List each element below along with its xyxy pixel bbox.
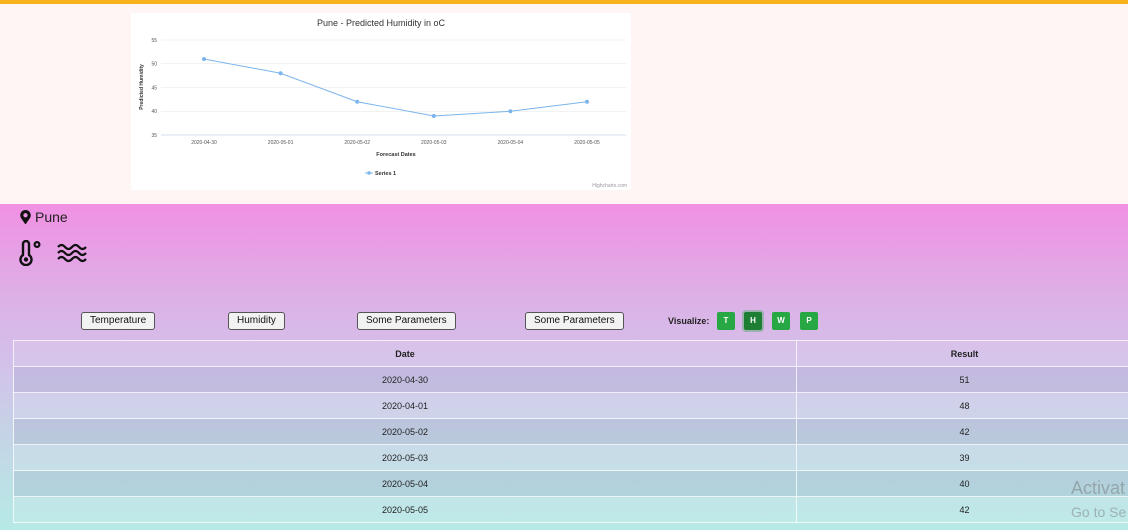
- results-table: Date Result 2020-04-30 51 2020-04-01 48 …: [13, 340, 1128, 523]
- table-row: 2020-04-01 48: [13, 392, 1128, 419]
- some-parameters-button[interactable]: Some Parameters: [357, 312, 456, 330]
- table-row: 2020-05-05 42: [13, 496, 1128, 523]
- chart-svg: Pune - Predicted Humidity in oC 35 40 45 50…: [139, 18, 627, 189]
- result-header: Result: [796, 340, 1128, 367]
- chart-credit[interactable]: Highcharts.com: [592, 183, 627, 189]
- watermark-line-2: Go to Se: [1071, 504, 1127, 520]
- x-tick-label: 2020-04-30: [191, 140, 217, 146]
- date-cell: 2020-05-03: [13, 444, 797, 471]
- result-cell: 48: [796, 392, 1128, 419]
- temperature-button[interactable]: Temperature: [81, 312, 156, 330]
- some-parameters-button-2[interactable]: Some Parameters: [525, 312, 624, 330]
- thermometer-icon: [17, 239, 43, 271]
- data-point[interactable]: [508, 109, 513, 114]
- humidity-button[interactable]: Humidity: [228, 312, 285, 330]
- date-cell: 2020-05-04: [13, 470, 797, 497]
- visualize-humidity-button[interactable]: H: [744, 312, 762, 330]
- y-tick-label: 35: [151, 133, 157, 139]
- data-point[interactable]: [355, 99, 360, 104]
- visualize-pressure-button[interactable]: P: [800, 312, 818, 330]
- data-point[interactable]: [431, 114, 436, 118]
- x-tick-label: 2020-05-02: [344, 140, 370, 146]
- weather-icons: [17, 239, 101, 271]
- table-header-row: Date Result: [13, 340, 1128, 367]
- date-header: Date: [13, 340, 797, 367]
- table-row: 2020-05-04 40: [13, 470, 1128, 497]
- date-cell: 2020-04-30: [13, 366, 797, 393]
- data-point[interactable]: [278, 71, 283, 76]
- date-cell: 2020-04-01: [13, 392, 797, 419]
- water-waves-icon: [57, 240, 87, 271]
- windows-activation-watermark: Activat Go to Se: [1071, 476, 1126, 522]
- humidity-chart: Pune - Predicted Humidity in oC 35 40 45 50…: [131, 13, 631, 190]
- weather-panel: Pune Temperature Humidity Some Parameter…: [0, 204, 1128, 530]
- y-tick-label: 40: [151, 109, 157, 115]
- result-cell: 42: [796, 418, 1128, 445]
- x-tick-label: 2020-05-04: [498, 140, 524, 146]
- legend-item[interactable]: Series 1: [365, 171, 396, 177]
- x-tick-label: 2020-05-03: [421, 140, 447, 146]
- chart-title: Pune - Predicted Humidity in oC: [317, 18, 446, 28]
- table-row: 2020-04-30 51: [13, 366, 1128, 393]
- date-cell: 2020-05-05: [13, 496, 797, 523]
- visualize-label: Visualize:: [668, 316, 710, 326]
- y-tick-label: 55: [151, 38, 157, 44]
- x-tick-label: 2020-05-01: [268, 140, 294, 146]
- data-point[interactable]: [202, 57, 206, 61]
- city-name: Pune: [35, 209, 68, 225]
- legend-label: Series 1: [375, 171, 396, 177]
- date-cell: 2020-05-02: [13, 418, 797, 445]
- data-point[interactable]: [585, 99, 589, 104]
- visualize-temperature-button[interactable]: T: [717, 312, 735, 330]
- x-tick-label: 2020-05-05: [574, 140, 600, 146]
- map-marker-icon: [20, 210, 31, 224]
- result-cell: 39: [796, 444, 1128, 471]
- table-row: 2020-05-02 42: [13, 418, 1128, 445]
- x-axis-title: Forecast Dates: [376, 152, 415, 158]
- location-header: Pune: [20, 209, 68, 225]
- y-tick-label: 45: [151, 85, 157, 91]
- result-cell: 51: [796, 366, 1128, 393]
- y-axis-title: Predicted Humidity: [139, 64, 145, 110]
- visualize-wind-button[interactable]: W: [772, 312, 790, 330]
- table-row: 2020-05-03 39: [13, 444, 1128, 471]
- watermark-line-1: Activat: [1071, 478, 1126, 498]
- top-accent-bar: [0, 0, 1128, 4]
- y-tick-label: 50: [151, 62, 157, 68]
- legend-marker: [367, 171, 371, 175]
